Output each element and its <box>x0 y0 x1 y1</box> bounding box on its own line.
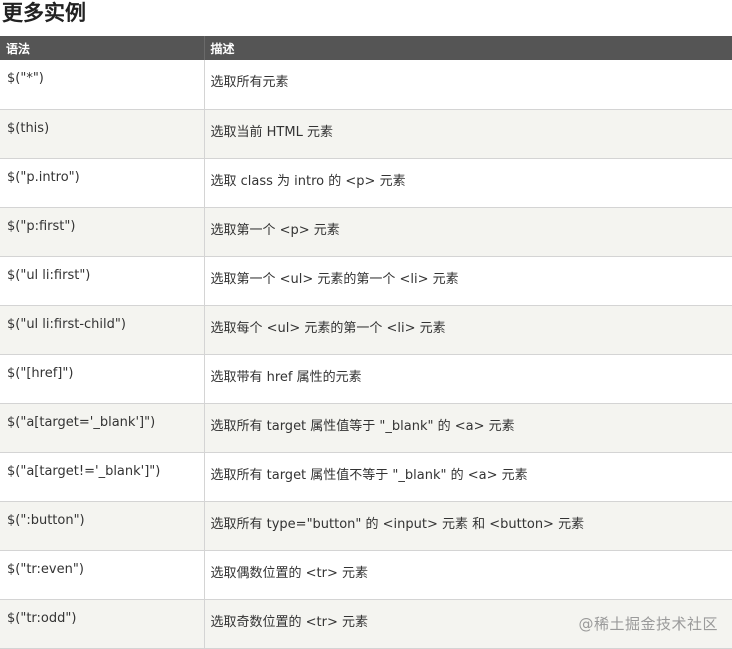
description-cell: 选取所有 target 属性值等于 "_blank" 的 <a> 元素 <box>204 403 732 453</box>
syntax-cell: $("[href]") <box>0 354 205 404</box>
column-header-description: 描述 <box>204 36 732 60</box>
syntax-cell: $("p:first") <box>0 207 205 257</box>
table-row: $("a[target='_blank']") 选取所有 target 属性值等… <box>0 403 732 453</box>
syntax-cell: $("p.intro") <box>0 158 205 208</box>
table-header: 语法 描述 <box>0 36 732 60</box>
description-cell: 选取偶数位置的 <tr> 元素 <box>204 550 732 600</box>
syntax-cell: $(":button") <box>0 501 205 551</box>
syntax-cell: $("a[target='_blank']") <box>0 403 205 453</box>
syntax-cell: $("tr:odd") <box>0 599 205 649</box>
syntax-cell: $("*") <box>0 60 205 110</box>
description-cell: 选取所有 target 属性值不等于 "_blank" 的 <a> 元素 <box>204 452 732 502</box>
column-header-syntax: 语法 <box>0 36 205 60</box>
description-cell: 选取第一个 <ul> 元素的第一个 <li> 元素 <box>204 256 732 306</box>
description-cell: 选取当前 HTML 元素 <box>204 109 732 159</box>
table-body: $("*") 选取所有元素 $(this) 选取当前 HTML 元素 $("p.… <box>0 60 732 649</box>
table-row: $("tr:even") 选取偶数位置的 <tr> 元素 <box>0 550 732 600</box>
table-row: $("a[target!='_blank']") 选取所有 target 属性值… <box>0 452 732 502</box>
table-row: $(":button") 选取所有 type="button" 的 <input… <box>0 501 732 551</box>
table-row: $("p.intro") 选取 class 为 intro 的 <p> 元素 <box>0 158 732 208</box>
page-title: 更多实例 <box>2 1 86 25</box>
table-row: $("ul li:first") 选取第一个 <ul> 元素的第一个 <li> … <box>0 256 732 306</box>
syntax-cell: $("ul li:first") <box>0 256 205 306</box>
description-cell: 选取带有 href 属性的元素 <box>204 354 732 404</box>
description-cell: 选取所有 type="button" 的 <input> 元素 和 <butto… <box>204 501 732 551</box>
description-cell: 选取每个 <ul> 元素的第一个 <li> 元素 <box>204 305 732 355</box>
selector-table-container: 语法 描述 $("*") 选取所有元素 $(this) 选取当前 HTML 元素… <box>0 36 732 649</box>
table-row: $("ul li:first-child") 选取每个 <ul> 元素的第一个 … <box>0 305 732 355</box>
table-row: $("*") 选取所有元素 <box>0 60 732 110</box>
syntax-cell: $("a[target!='_blank']") <box>0 452 205 502</box>
table-header-row: 语法 描述 <box>0 36 732 60</box>
syntax-cell: $("ul li:first-child") <box>0 305 205 355</box>
syntax-cell: $("tr:even") <box>0 550 205 600</box>
table-row: $("p:first") 选取第一个 <p> 元素 <box>0 207 732 257</box>
table-row: $(this) 选取当前 HTML 元素 <box>0 109 732 159</box>
selector-table: 语法 描述 $("*") 选取所有元素 $(this) 选取当前 HTML 元素… <box>0 36 732 649</box>
description-cell: 选取 class 为 intro 的 <p> 元素 <box>204 158 732 208</box>
description-cell: 选取第一个 <p> 元素 <box>204 207 732 257</box>
table-row: $("[href]") 选取带有 href 属性的元素 <box>0 354 732 404</box>
syntax-cell: $(this) <box>0 109 205 159</box>
description-cell: 选取所有元素 <box>204 60 732 110</box>
watermark: @稀土掘金技术社区 <box>578 615 718 633</box>
